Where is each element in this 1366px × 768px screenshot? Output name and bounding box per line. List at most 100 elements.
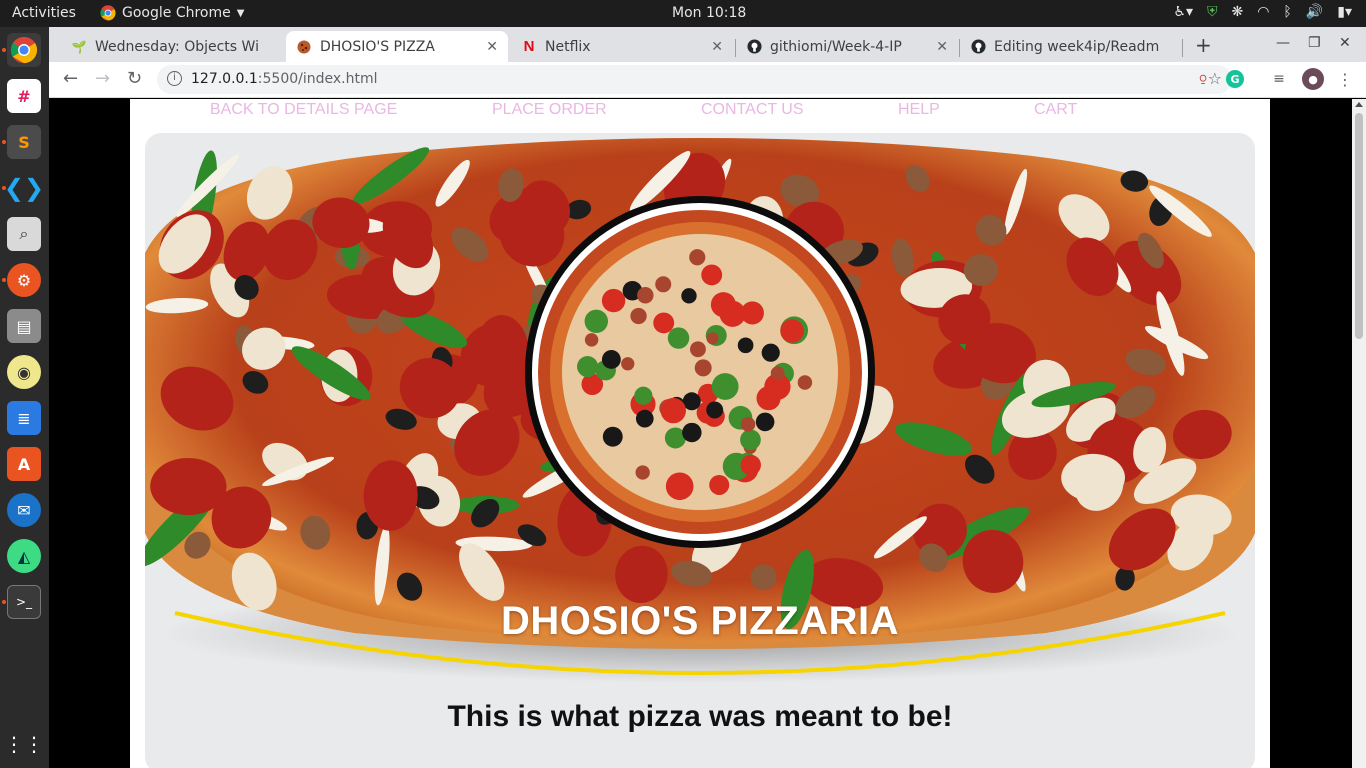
running-indicator [2,600,6,604]
topping [602,426,623,447]
topping [630,307,647,325]
activities-button[interactable]: Activities [12,5,76,21]
tab-title: githiomi/Week-4-IP [770,38,902,55]
close-icon[interactable]: ✕ [711,39,723,55]
topping [634,386,653,405]
files-icon[interactable]: ▤ [7,309,41,343]
topping [682,422,702,443]
nav-place-order[interactable]: PLACE ORDER [492,101,607,119]
show-apps-icon[interactable]: ⋮⋮ [4,727,44,761]
topping [756,386,781,411]
accessibility-icon[interactable]: ♿▾ [1173,4,1193,20]
battery-icon[interactable]: ▮▾ [1337,4,1352,20]
grammarly-icon[interactable]: G [1226,70,1244,88]
slack-icon[interactable]: # [7,79,41,113]
software-center-icon[interactable]: A [7,447,41,481]
topping [635,465,650,480]
topping [761,343,780,362]
tab-title: DHOSIO'S PIZZA [320,38,435,55]
paw-icon[interactable]: ❋ [1231,4,1243,20]
volume-icon[interactable]: 🔊 [1306,4,1323,20]
topping [737,337,754,354]
topping [797,375,813,390]
more-menu-icon[interactable]: ⋮ [1336,70,1354,89]
nav-help[interactable]: HELP [898,101,940,119]
terminal-icon[interactable]: >_ [7,585,41,619]
pizza-icon [296,39,312,55]
forward-button[interactable]: → [95,68,110,89]
topping [681,288,697,304]
running-indicator [2,48,6,52]
app-menu[interactable]: Google Chrome ▼ [100,5,244,21]
topping [711,373,739,400]
topping [601,288,626,313]
nav-back-to-details[interactable]: BACK TO DETAILS PAGE [210,101,397,119]
tab-github-week4ip[interactable]: githiomi/Week-4-IP ✕ [736,31,958,62]
topping [701,264,723,286]
topping [706,401,724,419]
tab-netflix[interactable]: N Netflix ✕ [511,31,733,62]
wifi-icon[interactable]: ◠ [1257,4,1269,20]
bluetooth-icon[interactable]: ᛒ [1283,4,1291,20]
close-icon[interactable]: ✕ [936,39,948,55]
tab-dhosios-pizza[interactable]: DHOSIO'S PIZZA ✕ [286,31,508,62]
featured-pizza-circle [525,196,875,548]
site-nav: BACK TO DETAILS PAGE PLACE ORDER CONTACT… [130,99,1270,129]
app-menu-label: Google Chrome [122,5,231,21]
chrome-icon[interactable] [7,33,41,67]
tab-editing-readme[interactable]: Editing week4ip/Readm [960,31,1182,62]
running-indicator [2,278,6,282]
settings-tools-icon[interactable]: ⚙ [7,263,41,297]
sublime-text-icon[interactable]: S [7,125,41,159]
media-queue-icon[interactable]: ≡ [1270,70,1288,88]
address-bar[interactable]: i 127.0.0.1:5500/index.html ☆ [157,65,1232,94]
topping [584,333,599,347]
topping [667,327,690,349]
avatar[interactable]: ● [1302,68,1324,90]
netflix-icon: N [523,38,535,55]
system-tray[interactable]: ♿▾ ⛨ ❋ ◠ ᛒ 🔊 ▮▾ [1173,4,1352,20]
vscode-icon[interactable]: ❮❯ [4,171,44,205]
browser-toolbar: ← → ↻ i 127.0.0.1:5500/index.html ☆ ⍜ G … [49,62,1366,98]
tab-title: Netflix [545,38,591,55]
shield-icon[interactable]: ⛨ [1207,4,1218,20]
thunderbird-icon[interactable]: ✉ [7,493,41,527]
topping [637,287,654,304]
topping [584,309,609,334]
url-host: 127.0.0.1 [191,71,258,87]
topping [740,301,764,325]
tab-wednesday-objects[interactable]: 🌱 Wednesday: Objects Wi [61,31,283,62]
back-button[interactable]: ← [63,68,78,89]
text-editor-icon[interactable]: ≣ [7,401,41,435]
topping [780,319,804,343]
scrollbar-thumb[interactable] [1355,113,1363,339]
screenshot-icon[interactable]: ⌕ [7,217,41,251]
topping [660,397,686,424]
minimize-button[interactable]: — [1276,35,1290,51]
android-studio-icon[interactable]: ◭ [7,539,41,573]
topping [690,341,706,358]
chevron-down-icon: ▼ [236,7,245,19]
hero-section: DHOSIO'S PIZZARIA This is what pizza was… [145,133,1255,768]
lastpass-icon[interactable]: ⍜ [1194,70,1212,88]
reload-button[interactable]: ↻ [127,68,142,89]
url-text[interactable]: 127.0.0.1:5500/index.html [191,71,378,87]
topping [694,359,712,377]
nav-contact-us[interactable]: CONTACT US [701,101,804,119]
url-path: :5500/index.html [257,71,378,87]
rhythmbox-icon[interactable]: ◉ [7,355,41,389]
tab-strip: 🌱 Wednesday: Objects Wi DHOSIO'S PIZZA ✕… [49,27,1366,62]
topping [706,332,719,345]
chrome-icon [100,5,116,21]
topping [601,350,621,369]
nav-cart[interactable]: CART [1034,101,1077,119]
scrollbar[interactable] [1352,99,1366,768]
info-icon[interactable]: i [167,71,182,86]
maximize-button[interactable]: ❐ [1308,35,1321,51]
clock[interactable]: Mon 10:18 [672,5,746,21]
close-window-button[interactable]: ✕ [1339,35,1351,51]
featured-pizza-image [538,209,862,535]
new-tab-button[interactable]: + [1195,33,1212,57]
close-icon[interactable]: ✕ [486,39,498,55]
scroll-up-arrow[interactable] [1355,102,1363,107]
